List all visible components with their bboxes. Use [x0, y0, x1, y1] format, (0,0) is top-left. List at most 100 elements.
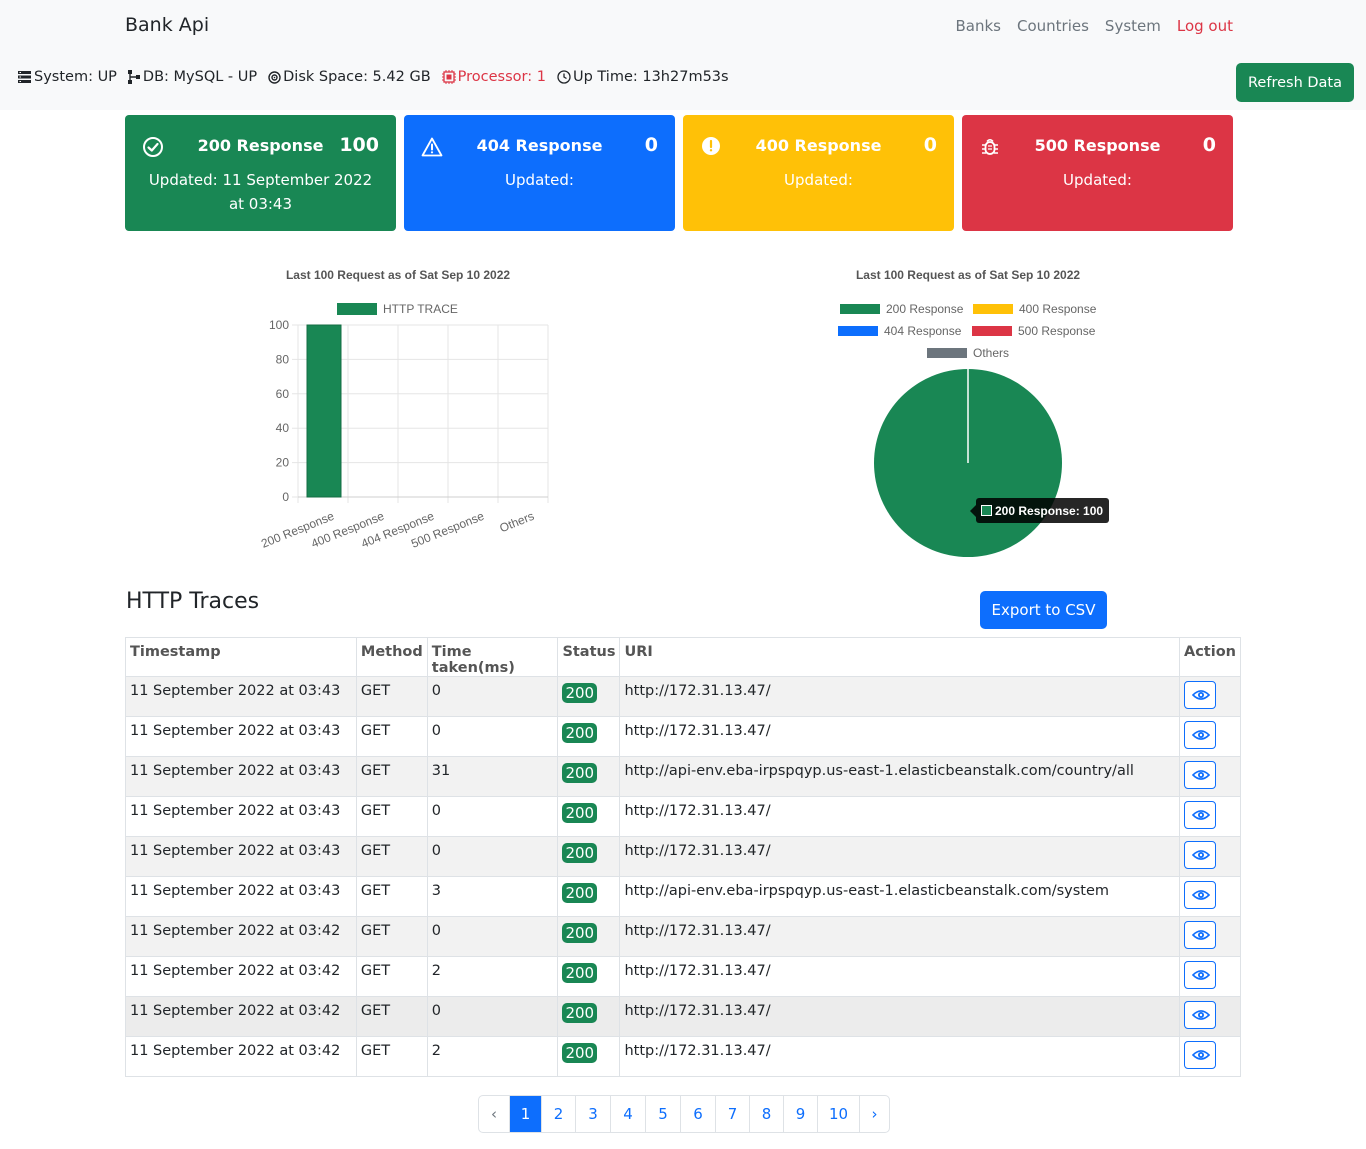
cell-method: GET: [355, 1036, 428, 1077]
legend-swatch-500-response: [972, 326, 1012, 336]
export-csv-button[interactable]: Export to CSV: [980, 591, 1107, 629]
y-tick-label: 60: [276, 387, 290, 401]
page-8[interactable]: 8: [749, 1096, 783, 1132]
cell-uri: http://172.31.13.47/: [619, 676, 1180, 717]
status-badge: 200: [562, 763, 598, 783]
eye-icon: [1191, 810, 1210, 820]
col-method[interactable]: Method: [355, 637, 428, 677]
page-10[interactable]: 10: [817, 1096, 859, 1132]
bar-chart-title: Last 100 Request as of Sat Sep 10 2022: [285, 268, 511, 282]
cell-action: [1178, 836, 1242, 877]
system-status: System: UP: [18, 69, 117, 85]
col-status[interactable]: Status: [557, 637, 621, 677]
col-uri[interactable]: URI: [619, 637, 1180, 677]
view-button[interactable]: [1183, 681, 1216, 709]
status-badge: 200: [562, 923, 598, 943]
view-button[interactable]: [1183, 721, 1216, 749]
page-9[interactable]: 9: [783, 1096, 817, 1132]
page-7[interactable]: 7: [715, 1096, 749, 1132]
brand[interactable]: Bank Api: [125, 14, 209, 36]
card-title: 500 Response: [1034, 136, 1161, 155]
cell-status: 200: [557, 1036, 621, 1077]
page-2[interactable]: 2: [541, 1096, 575, 1132]
col-timestamp[interactable]: Timestamp: [125, 637, 357, 677]
view-button[interactable]: [1183, 961, 1216, 989]
eye-icon: [1191, 770, 1210, 780]
view-button[interactable]: [1183, 921, 1216, 949]
cell-time-taken: 0: [426, 716, 559, 757]
cell-action: [1178, 796, 1242, 837]
view-button[interactable]: [1183, 761, 1216, 789]
eye-icon: [1191, 890, 1210, 900]
refresh-data-button[interactable]: Refresh Data: [1236, 63, 1354, 102]
disk-status-text: Disk Space: 5.42 GB: [283, 69, 431, 85]
nav-link-banks[interactable]: Banks: [955, 17, 1001, 35]
view-button[interactable]: [1183, 841, 1216, 869]
table-header-row: Timestamp Method Time taken(ms) Status U…: [125, 637, 1242, 677]
page-5[interactable]: 5: [645, 1096, 680, 1132]
cell-action: [1178, 956, 1242, 997]
card-count: 0: [644, 134, 658, 156]
view-button[interactable]: [1183, 1001, 1216, 1029]
cell-method: GET: [355, 876, 428, 917]
cell-time-taken: 0: [426, 916, 559, 957]
card-updated: Updated:: [505, 171, 574, 189]
cell-time-taken: 0: [426, 676, 559, 717]
legend-label-500-response: 500 Response: [1018, 324, 1096, 338]
legend-swatch-http-trace: [337, 303, 377, 315]
col-action: Action: [1178, 637, 1242, 677]
cell-time-taken: 2: [426, 1036, 559, 1077]
cell-status: 200: [557, 916, 621, 957]
cell-uri: http://api-env.eba-irpspqyp.us-east-1.el…: [619, 876, 1180, 917]
cell-uri: http://172.31.13.47/: [619, 796, 1180, 837]
page-prev[interactable]: ‹: [479, 1096, 509, 1132]
cell-status: 200: [557, 836, 621, 877]
cell-status: 200: [557, 956, 621, 997]
view-button[interactable]: [1183, 881, 1216, 909]
card-count: 0: [923, 134, 937, 156]
pie-tooltip: 200 Response: 100: [970, 498, 1110, 523]
card-400-response: 400 Response 0 Updated:: [683, 115, 954, 231]
cell-method: GET: [355, 796, 428, 837]
cell-status: 200: [557, 796, 621, 837]
cell-timestamp: 11 September 2022 at 03:42: [125, 1036, 357, 1077]
cell-timestamp: 11 September 2022 at 03:42: [125, 916, 357, 957]
view-button[interactable]: [1183, 1041, 1216, 1069]
page-4[interactable]: 4: [610, 1096, 645, 1132]
table-row: 11 September 2022 at 03:43 GET 0 200 http://…: [125, 716, 1242, 757]
nav-link-countries[interactable]: Countries: [1017, 17, 1089, 35]
cell-uri: http://172.31.13.47/: [619, 1036, 1180, 1077]
card-title: 400 Response: [755, 136, 882, 155]
table-row: 11 September 2022 at 03:43 GET 0 200 http://…: [125, 836, 1242, 877]
system-status-text: System: UP: [34, 69, 117, 85]
eye-icon: [1191, 1050, 1210, 1060]
page-6[interactable]: 6: [680, 1096, 715, 1132]
cell-action: [1178, 996, 1242, 1037]
legend-label-400-response: 400 Response: [1019, 302, 1097, 316]
y-tick-label: 20: [276, 456, 290, 470]
y-tick-label: 80: [276, 352, 290, 366]
cell-time-taken: 0: [426, 836, 559, 877]
legend-swatch-200-response: [840, 304, 880, 314]
status-badge: 200: [562, 843, 598, 863]
status-badge: 200: [562, 803, 598, 823]
cell-status: 200: [557, 676, 621, 717]
col-time-taken[interactable]: Time taken(ms): [426, 637, 559, 677]
view-button[interactable]: [1183, 801, 1216, 829]
cell-time-taken: 0: [426, 996, 559, 1037]
page-3[interactable]: 3: [575, 1096, 610, 1132]
tooltip-swatch: [981, 505, 992, 516]
cell-timestamp: 11 September 2022 at 03:43: [125, 756, 357, 797]
logout-link[interactable]: Log out: [1177, 17, 1233, 35]
cell-uri: http://172.31.13.47/: [619, 956, 1180, 997]
table-row: 11 September 2022 at 03:43 GET 0 200 http://…: [125, 796, 1242, 837]
cell-action: [1178, 876, 1242, 917]
cell-status: 200: [557, 996, 621, 1037]
page-next[interactable]: ›: [859, 1096, 889, 1132]
page-1[interactable]: 1: [509, 1096, 541, 1132]
nav-link-system[interactable]: System: [1105, 17, 1161, 35]
y-tick-label: 40: [276, 421, 290, 435]
response-cards: 200 Response 100 Updated: 11 September 2…: [125, 115, 1233, 231]
table-row: 11 September 2022 at 03:43 GET 3 200 http://…: [125, 876, 1242, 917]
uptime-status: Up Time: 13h27m53s: [557, 69, 729, 85]
